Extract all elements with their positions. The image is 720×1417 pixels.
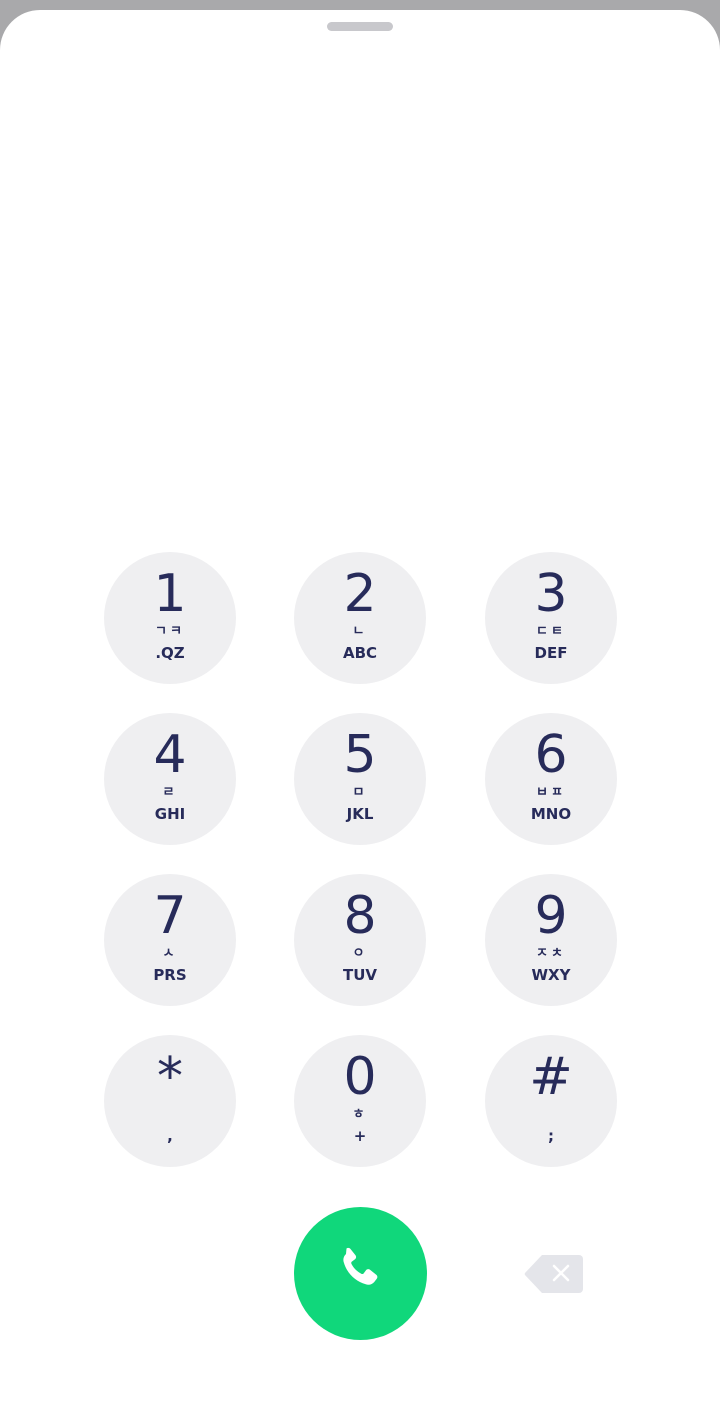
key-hangul: ㅎ (352, 1107, 368, 1122)
key-digit: 0 (343, 1047, 377, 1107)
key-digit: 1 (153, 564, 187, 624)
key-5[interactable]: 5 ㅁ JKL (294, 713, 426, 845)
key-letters: PRS (153, 966, 187, 984)
key-2[interactable]: 2 ㄴ ABC (294, 552, 426, 684)
backspace-button[interactable] (522, 1253, 584, 1295)
key-digit: 8 (343, 886, 377, 946)
key-digit: 7 (153, 886, 187, 946)
call-button[interactable] (294, 1207, 427, 1340)
key-star[interactable]: *, (104, 1035, 236, 1167)
key-letters: ; (548, 1127, 554, 1145)
key-1[interactable]: 1 ㄱㅋ .QZ (104, 552, 236, 684)
key-digit: 9 (534, 886, 568, 946)
key-letters: + (353, 1127, 367, 1145)
key-hangul: ㅅ (162, 946, 178, 961)
key-hangul: ㄱㅋ (155, 624, 185, 639)
key-letters: , (167, 1127, 173, 1145)
phone-icon (343, 1247, 378, 1285)
key-7[interactable]: 7 ㅅ PRS (104, 874, 236, 1006)
key-8[interactable]: 8 ㅇ TUV (294, 874, 426, 1006)
key-0[interactable]: 0 ㅎ + (294, 1035, 426, 1167)
key-hash[interactable]: #; (485, 1035, 617, 1167)
key-hangul: ㅂㅍ (536, 785, 566, 800)
key-digit: # (529, 1047, 573, 1107)
key-digit: 5 (343, 725, 377, 785)
key-hangul: ㅁ (352, 785, 368, 800)
key-hangul: ㅈㅊ (536, 946, 566, 961)
key-hangul: ㄴ (352, 624, 368, 639)
key-letters: TUV (342, 966, 378, 984)
key-letters: JKL (346, 805, 374, 823)
key-letters: ABC (342, 644, 378, 662)
key-letters: .QZ (155, 644, 185, 662)
key-hangul: ㄹ (162, 785, 178, 800)
backspace-icon (524, 1255, 583, 1293)
key-letters: GHI (154, 805, 186, 823)
key-digit: 4 (153, 725, 187, 785)
key-9[interactable]: 9 ㅈㅊ WXY (485, 874, 617, 1006)
key-4[interactable]: 4 ㄹ GHI (104, 713, 236, 845)
key-digit: * (157, 1047, 183, 1107)
key-digit: 3 (534, 564, 568, 624)
key-digit: 6 (534, 725, 568, 785)
key-digit: 2 (343, 564, 377, 624)
key-letters: DEF (534, 644, 568, 662)
key-hangul: ㄷㅌ (536, 624, 566, 639)
key-letters: WXY (531, 966, 571, 984)
key-3[interactable]: 3 ㄷㅌ DEF (485, 552, 617, 684)
drag-handle[interactable] (327, 22, 393, 31)
key-hangul: ㅇ (352, 946, 368, 961)
key-letters: MNO (530, 805, 572, 823)
key-6[interactable]: 6 ㅂㅍ MNO (485, 713, 617, 845)
